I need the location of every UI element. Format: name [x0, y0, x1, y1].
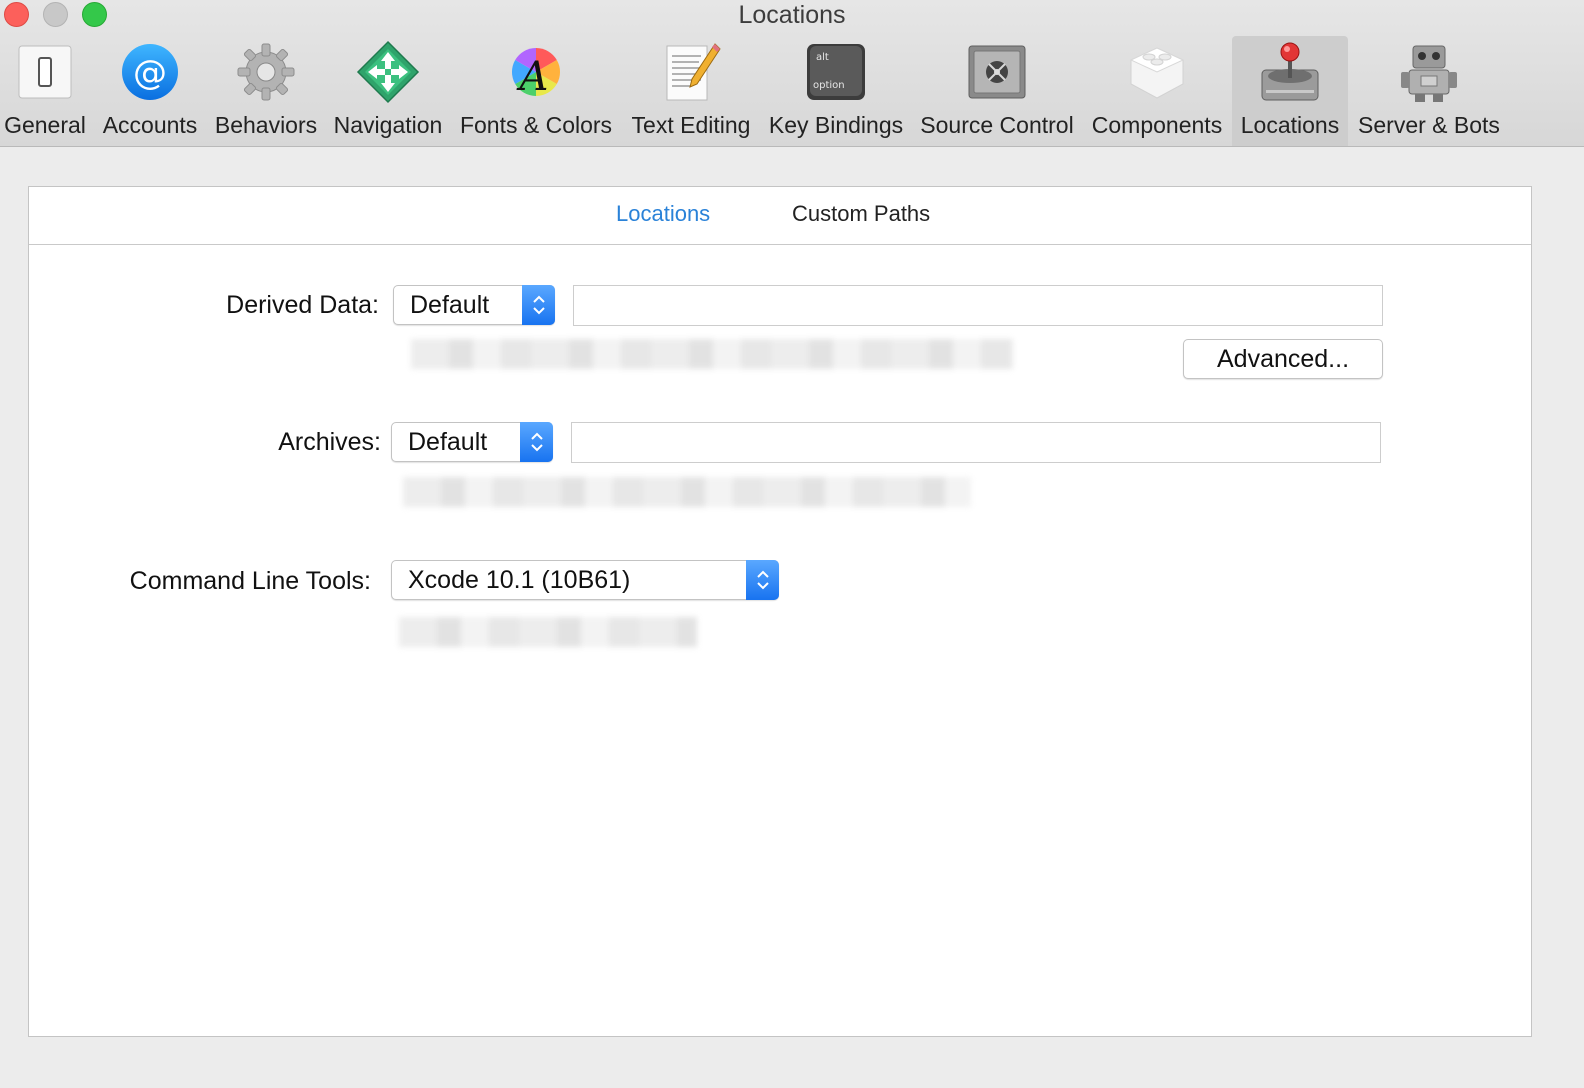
toolbar-label: Source Control — [920, 112, 1074, 138]
advanced-button[interactable]: Advanced... — [1183, 339, 1383, 379]
chevron-updown-icon — [522, 285, 555, 325]
derived-data-value: Default — [410, 291, 490, 319]
svg-text:A: A — [516, 54, 549, 100]
arrows-icon — [356, 40, 420, 104]
toolbar-item-components[interactable]: Components — [1088, 36, 1226, 146]
toolbar-item-accounts[interactable]: @ Accounts — [98, 36, 202, 146]
toolbar-item-navigation[interactable]: Navigation — [330, 36, 446, 146]
toolbar-label: Behaviors — [214, 112, 318, 138]
toolbar-label: Fonts & Colors — [459, 112, 613, 138]
derived-data-popup[interactable]: Default — [393, 285, 555, 325]
toolbar-label: General — [4, 112, 86, 138]
general-icon — [18, 45, 72, 99]
archives-value: Default — [408, 428, 488, 456]
toolbar-label: Accounts — [102, 112, 198, 138]
toolbar-item-locations[interactable]: Locations — [1232, 36, 1348, 146]
gear-icon — [237, 43, 295, 101]
toolbar-label: Key Bindings — [768, 112, 904, 138]
archives-path-field[interactable] — [571, 422, 1381, 463]
font-color-wheel-icon: A — [511, 47, 561, 100]
archives-label: Archives: — [278, 428, 381, 456]
preferences-panel: Locations Custom Paths Derived Data: Def… — [28, 186, 1532, 1037]
robot-icon — [1401, 45, 1457, 102]
toolbar-item-behaviors[interactable]: Behaviors — [212, 36, 320, 146]
toolbar-label: Text Editing — [631, 112, 751, 138]
key-text-option: option — [813, 80, 845, 91]
svg-text:@: @ — [133, 53, 167, 93]
chevron-updown-icon — [520, 422, 553, 462]
command-line-tools-value: Xcode 10.1 (10B61) — [408, 566, 631, 594]
chevron-updown-icon — [746, 560, 779, 600]
toolbar-item-key-bindings[interactable]: alt option Key Bindings — [766, 36, 906, 146]
toolbar-item-source-control[interactable]: Source Control — [916, 36, 1078, 146]
tab-bar: Locations Custom Paths — [29, 187, 1531, 245]
key-text-alt: alt — [816, 52, 829, 63]
command-line-tools-label: Command Line Tools: — [129, 567, 371, 595]
lego-block-icon — [1129, 47, 1185, 99]
command-line-tools-path-redacted — [399, 617, 697, 647]
derived-data-path-redacted — [411, 339, 1013, 369]
toolbar-label: Components — [1091, 112, 1223, 138]
archives-path-redacted — [403, 477, 971, 507]
window-title: Locations — [738, 1, 846, 29]
toolbar-item-fonts-colors[interactable]: A Fonts & Colors — [456, 36, 616, 146]
joystick-drive-icon — [1261, 42, 1319, 101]
command-line-tools-popup[interactable]: Xcode 10.1 (10B61) — [391, 560, 779, 600]
safe-icon — [968, 45, 1026, 99]
archives-popup[interactable]: Default — [391, 422, 553, 462]
tab-custom-paths[interactable]: Custom Paths — [792, 201, 930, 227]
toolbar-label: Server & Bots — [1358, 112, 1500, 138]
option-key-icon: alt option — [807, 44, 865, 100]
toolbar-item-server-bots[interactable]: Server & Bots — [1356, 36, 1502, 146]
derived-data-path-field[interactable] — [573, 285, 1383, 326]
toolbar-item-general[interactable]: General — [0, 36, 90, 146]
at-sign-icon: @ — [122, 44, 178, 100]
toolbar-label: Navigation — [333, 112, 443, 138]
toolbar-item-text-editing[interactable]: Text Editing — [626, 36, 756, 146]
tab-locations[interactable]: Locations — [616, 201, 710, 227]
toolbar-label: Locations — [1240, 112, 1340, 138]
window-titlebar: Locations General @ Accounts Behaviors N… — [0, 0, 1584, 147]
derived-data-label: Derived Data: — [226, 291, 379, 319]
pencil-document-icon — [666, 43, 721, 101]
